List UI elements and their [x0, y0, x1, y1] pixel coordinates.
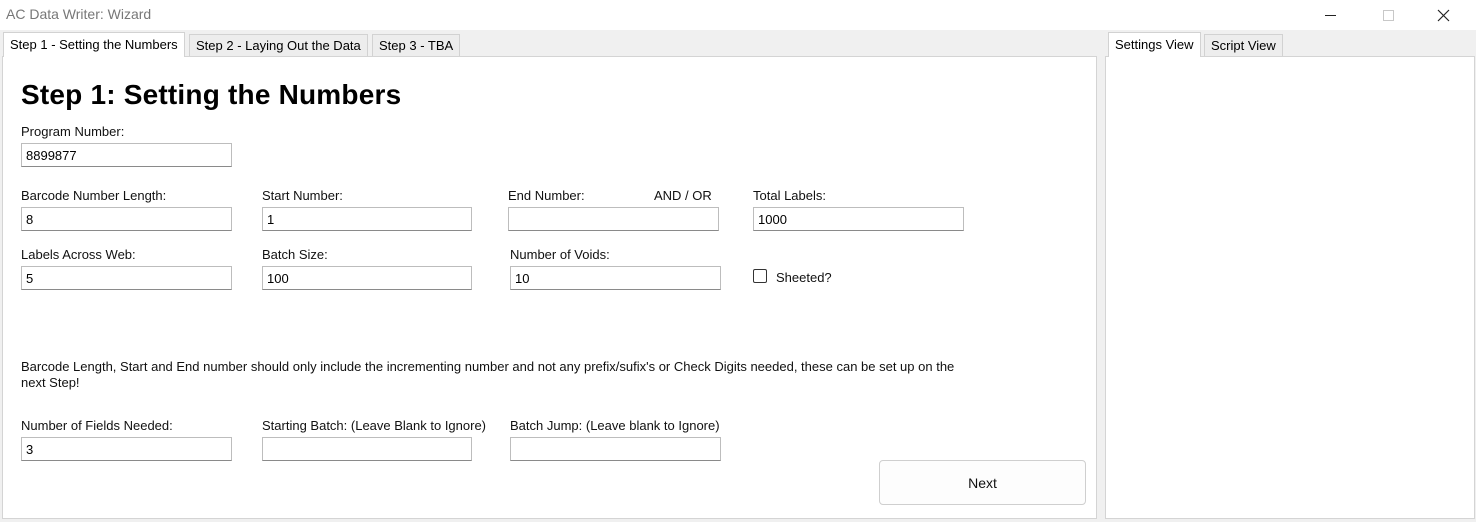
batch-size-label: Batch Size:	[262, 247, 328, 262]
close-icon	[1437, 9, 1449, 21]
settings-view-panel	[1105, 56, 1475, 519]
number-of-voids-input[interactable]	[510, 266, 721, 290]
title-bar: AC Data Writer: Wizard	[0, 0, 1476, 30]
end-number-label: End Number:	[508, 188, 585, 203]
starting-batch-label: Starting Batch: (Leave Blank to Ignore)	[262, 418, 487, 433]
total-labels-input[interactable]	[753, 207, 964, 231]
instruction-note: Barcode Length, Start and End number sho…	[21, 359, 955, 390]
next-button[interactable]: Next	[879, 460, 1086, 505]
and-or-label: AND / OR	[654, 188, 712, 203]
maximize-icon	[1382, 9, 1394, 21]
minimize-icon	[1324, 14, 1336, 16]
window-title: AC Data Writer: Wizard	[6, 6, 152, 22]
tab-step-1[interactable]: Step 1 - Setting the Numbers	[3, 32, 185, 57]
program-number-label: Program Number:	[21, 124, 125, 139]
program-number-input[interactable]	[21, 143, 232, 167]
batch-size-input[interactable]	[262, 266, 472, 290]
end-number-input[interactable]	[508, 207, 719, 231]
close-button[interactable]	[1420, 0, 1466, 30]
start-number-label: Start Number:	[262, 188, 343, 203]
starting-batch-input[interactable]	[262, 437, 472, 461]
tab-step-3[interactable]: Step 3 - TBA	[372, 34, 461, 56]
fields-needed-input[interactable]	[21, 437, 232, 461]
start-number-input[interactable]	[262, 207, 472, 231]
maximize-button[interactable]	[1365, 0, 1411, 30]
tab-settings-view[interactable]: Settings View	[1108, 32, 1201, 57]
batch-jump-input[interactable]	[510, 437, 721, 461]
total-labels-label: Total Labels:	[753, 188, 826, 203]
number-of-voids-label: Number of Voids:	[510, 247, 610, 262]
batch-jump-label: Batch Jump: (Leave blank to Ignore)	[510, 418, 720, 433]
page-title: Step 1: Setting the Numbers	[21, 79, 402, 110]
labels-across-input[interactable]	[21, 266, 232, 290]
labels-across-label: Labels Across Web:	[21, 247, 136, 262]
fields-needed-label: Number of Fields Needed:	[21, 418, 173, 433]
barcode-length-label: Barcode Number Length:	[21, 188, 167, 203]
sheeted-label: Sheeted?	[776, 270, 832, 285]
sheeted-checkbox[interactable]	[753, 269, 767, 283]
tab-step-2[interactable]: Step 2 - Laying Out the Data	[189, 34, 368, 56]
tab-script-view[interactable]: Script View	[1204, 34, 1283, 56]
minimize-button[interactable]	[1307, 0, 1353, 30]
barcode-length-input[interactable]	[21, 207, 232, 231]
